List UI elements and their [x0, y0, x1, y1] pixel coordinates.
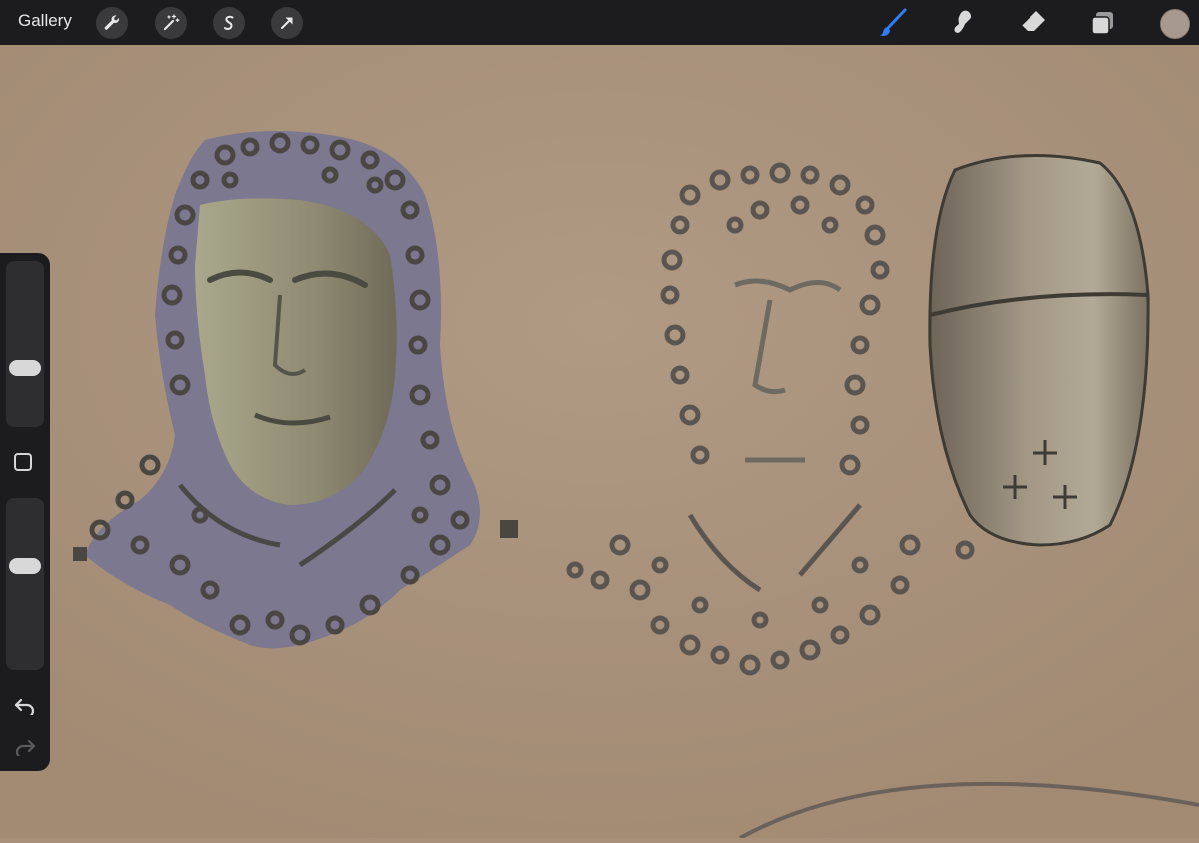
undo-button[interactable] [10, 694, 40, 718]
layers-icon[interactable] [1086, 6, 1120, 40]
opacity-knob[interactable] [9, 558, 41, 574]
opacity-slider[interactable] [6, 498, 44, 670]
eraser-icon[interactable] [1016, 6, 1050, 40]
redo-button[interactable] [10, 735, 40, 759]
gallery-button[interactable]: Gallery [18, 11, 72, 31]
drawing-canvas[interactable] [0, 45, 1199, 840]
color-picker-button[interactable] [1160, 9, 1190, 39]
top-toolbar: Gallery [0, 0, 1199, 45]
transform-arrow-icon[interactable] [271, 7, 303, 39]
sidebar [0, 253, 50, 771]
magic-wand-icon[interactable] [155, 7, 187, 39]
wrench-icon[interactable] [96, 7, 128, 39]
brush-size-slider[interactable] [6, 261, 44, 427]
great-helm-sketch [928, 154, 1150, 547]
brush-icon[interactable] [876, 6, 910, 40]
smudge-icon[interactable] [946, 6, 980, 40]
modify-button[interactable] [14, 453, 32, 471]
selection-icon[interactable] [213, 7, 245, 39]
brush-size-knob[interactable] [9, 360, 41, 377]
